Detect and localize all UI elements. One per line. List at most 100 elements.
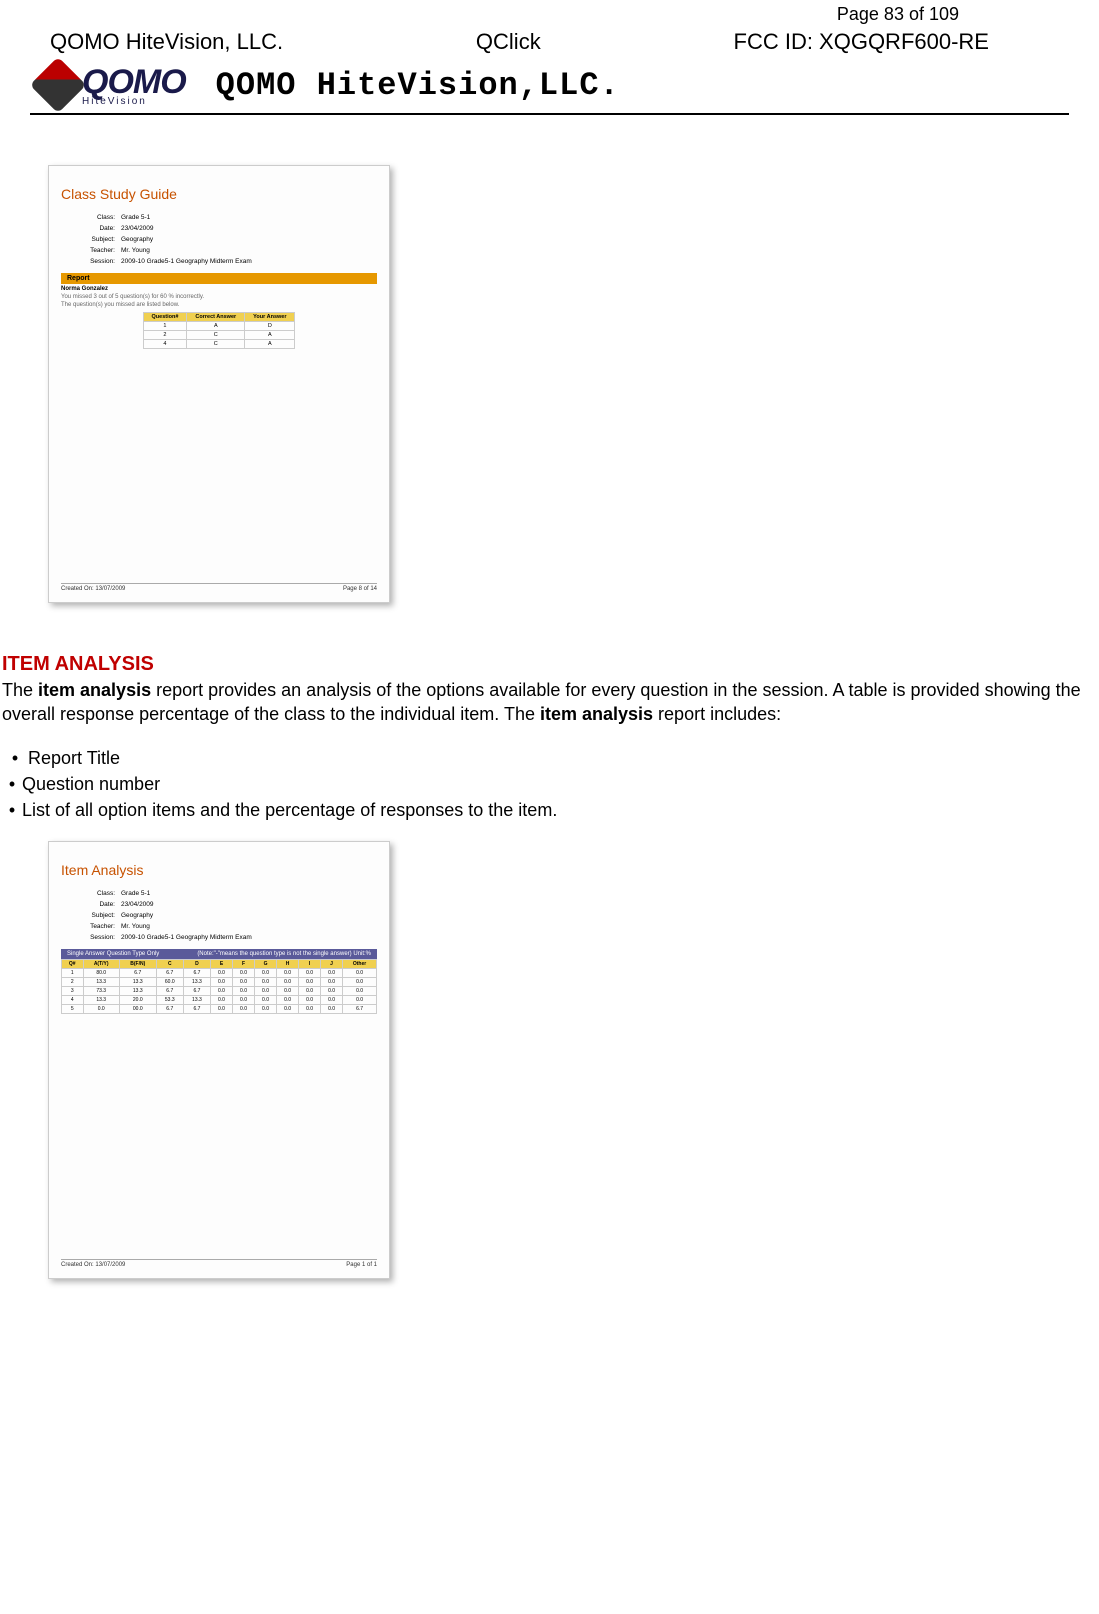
shot2-fields: Class:Grade 5-1 Date:23/04/2009 Subject:… <box>73 888 389 943</box>
table-header: J <box>321 960 343 969</box>
table-cell: 3 <box>62 987 84 996</box>
table-cell: 0.0 <box>255 987 277 996</box>
shot1-fields: Class:Grade 5-1 Date:23/04/2009 Subject:… <box>73 212 389 267</box>
table-row: 213.313.360.013.30.00.00.00.00.00.00.0 <box>62 978 377 987</box>
page-title: QOMO HiteVision,LLC. <box>216 67 620 104</box>
table-cell: 1 <box>143 322 187 331</box>
f-val: 2009-10 Grade5-1 Geography Midterm Exam <box>121 934 252 941</box>
table-cell: 0.0 <box>210 978 232 987</box>
table-cell: 4 <box>143 340 187 349</box>
table-cell: 0.0 <box>343 969 377 978</box>
table-header: Other <box>343 960 377 969</box>
table-cell: 4 <box>62 996 84 1005</box>
shot1-title: Class Study Guide <box>61 186 389 202</box>
table-cell: 0.0 <box>210 996 232 1005</box>
bar-left: Single Answer Question Type Only <box>67 951 159 957</box>
table-row: 2CA <box>143 331 295 340</box>
f-lbl: Session: <box>73 256 115 267</box>
table-cell: 1 <box>62 969 84 978</box>
table-cell: 0.0 <box>277 996 299 1005</box>
bullet-item: Report Title <box>28 745 120 771</box>
table-cell: 0.0 <box>210 969 232 978</box>
table-cell: 2 <box>143 331 187 340</box>
table-cell: 2 <box>62 978 84 987</box>
bullet-item: Question number <box>22 771 160 797</box>
f-val: Geography <box>121 912 153 919</box>
table-cell: C <box>187 340 245 349</box>
item-analysis-heading: ITEM ANALYSIS <box>2 653 1099 676</box>
f-val: Mr. Young <box>121 247 150 254</box>
table-cell: 6.7 <box>343 1005 377 1014</box>
f-val: Grade 5-1 <box>121 890 150 897</box>
txt: report includes: <box>653 704 781 724</box>
bar-right: (Note:"-"means the question type is not … <box>197 951 371 957</box>
table-row: 180.06.76.76.70.00.00.00.00.00.00.0 <box>62 969 377 978</box>
shot2-footer-right: Page 1 of 1 <box>346 1262 377 1268</box>
page-number: Page 83 of 109 <box>0 0 1099 25</box>
table-cell: 0.0 <box>277 978 299 987</box>
table-cell: 0.0 <box>277 1005 299 1014</box>
txt-bold: item analysis <box>38 680 151 700</box>
table-cell: 13.3 <box>183 978 210 987</box>
table-cell: 80.0 <box>83 969 119 978</box>
table-cell: 0.0 <box>299 1005 321 1014</box>
logo-header: QOMO HiteVision QOMO HiteVision,LLC. <box>30 63 1069 115</box>
shot1-table: Question#Correct AnswerYour Answer 1AD2C… <box>143 312 296 349</box>
table-cell: 13.3 <box>119 987 156 996</box>
table-cell: 6.7 <box>156 969 183 978</box>
table-cell: 0.0 <box>321 1005 343 1014</box>
bullet-item: List of all option items and the percent… <box>22 797 557 823</box>
table-cell: 0.0 <box>343 987 377 996</box>
table-cell: 6.7 <box>156 1005 183 1014</box>
table-cell: 0.0 <box>299 996 321 1005</box>
table-cell: 0.0 <box>343 996 377 1005</box>
table-header: B(F/N) <box>119 960 156 969</box>
f-val: 2009-10 Grade5-1 Geography Midterm Exam <box>121 258 252 265</box>
f-val: 23/04/2009 <box>121 901 154 908</box>
txt-bold: item analysis <box>540 704 653 724</box>
table-cell: A <box>187 322 245 331</box>
bullet-icon: • <box>2 745 28 771</box>
f-lbl: Date: <box>73 223 115 234</box>
table-cell: 0.0 <box>255 978 277 987</box>
f-lbl: Date: <box>73 899 115 910</box>
shot2-table: Q#A(T/Y)B(F/N)CDEFGHIJOther 180.06.76.76… <box>61 959 377 1014</box>
table-cell: 0.0 <box>277 969 299 978</box>
table-cell: 73.3 <box>83 987 119 996</box>
f-val: Grade 5-1 <box>121 214 150 221</box>
f-lbl: Subject: <box>73 910 115 921</box>
shot2-footer-left: Created On: 13/07/2009 <box>61 1262 125 1268</box>
report-bar: Report <box>61 273 377 284</box>
table-cell: 6.7 <box>119 969 156 978</box>
table-cell: 0.0 <box>321 996 343 1005</box>
f-val: Mr. Young <box>121 923 150 930</box>
f-lbl: Subject: <box>73 234 115 245</box>
table-row: 50.000.06.76.70.00.00.00.00.00.06.7 <box>62 1005 377 1014</box>
fcc-id: FCC ID: XQGQRF600-RE <box>734 29 989 55</box>
table-cell: A <box>245 331 295 340</box>
shot1-footer-left: Created On: 13/07/2009 <box>61 586 125 592</box>
table-row: 1AD <box>143 322 295 331</box>
product-name: QClick <box>476 29 541 55</box>
table-cell: 13.3 <box>83 996 119 1005</box>
student-name: Norma Gonzalez <box>61 286 108 292</box>
table-cell: 6.7 <box>183 1005 210 1014</box>
analysis-bar: Single Answer Question Type Only (Note:"… <box>61 949 377 959</box>
table-cell: 0.0 <box>321 969 343 978</box>
table-cell: 0.0 <box>255 996 277 1005</box>
doc-header-row: QOMO HiteVision, LLC. QClick FCC ID: XQG… <box>0 25 1099 59</box>
table-header: H <box>277 960 299 969</box>
bullet-icon: • <box>2 771 22 797</box>
shot2-title: Item Analysis <box>61 862 389 878</box>
table-cell: 0.0 <box>210 987 232 996</box>
table-header: Correct Answer <box>187 313 245 322</box>
txt: The <box>2 680 38 700</box>
table-cell: 00.0 <box>119 1005 156 1014</box>
table-cell: 0.0 <box>233 969 255 978</box>
table-cell: 0.0 <box>83 1005 119 1014</box>
shot1-footer-right: Page 8 of 14 <box>343 586 377 592</box>
bullet-list: •Report Title •Question number •List of … <box>2 745 1099 823</box>
table-cell: 20.0 <box>119 996 156 1005</box>
table-cell: A <box>245 340 295 349</box>
table-header: Question# <box>143 313 187 322</box>
